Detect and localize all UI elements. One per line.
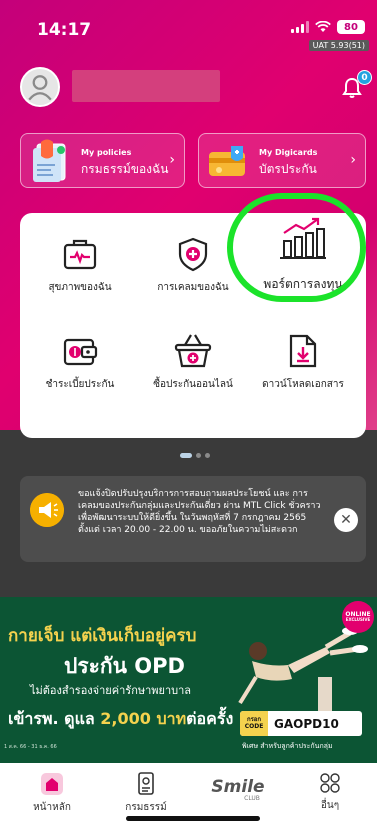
basket-icon [174,334,212,368]
banner-benefit: เข้ารพ. ดูแล 2,000 บาทต่อครั้ง [8,707,233,732]
tab-home[interactable]: หน้าหลัก [24,771,80,815]
banner-special-note: พิเศษ สำหรับลูกค้าประกันกลุ่ม [242,742,333,750]
tab-smile-club[interactable]: Smile CLUB [206,771,270,802]
promo-code-box: กรอก CODE GAOPD10 [240,711,362,736]
promo-code-label: กรอก CODE [240,711,268,736]
first-aid-kit-icon [63,239,97,270]
chevron-right-icon: › [169,152,175,168]
promo-code: GAOPD10 [274,716,339,731]
status-time: 14:17 [37,20,92,40]
policy-document-icon [33,139,66,182]
avatar[interactable] [20,67,60,107]
policy-document-icon [138,772,154,795]
battery-icon: 80 [337,20,365,34]
username-redacted [72,70,220,102]
menu-item-label: สุขภาพของฉัน [48,282,112,293]
menu-item-download-documents[interactable]: ดาวน์โหลดเอกสาร [250,333,356,392]
grid-dots-icon [320,773,340,793]
menu-item-label: ดาวน์โหลดเอกสาร [262,379,344,390]
banner-product: ประกัน OPD [64,654,185,678]
menu-item-label: พอร์ตการลงทุน [263,277,343,291]
menu-item-label: ซื้อประกันออนไลน์ [153,379,233,390]
banner-subtext: ไม่ต้องสำรองจ่ายค่ารักษาพยาบาล [30,684,192,697]
menu-item-label: ชำระเบี้ยประกัน [45,379,115,390]
megaphone-icon [30,493,64,527]
insurance-card-icon [209,146,245,176]
download-document-icon [289,334,317,368]
menu-item-my-health[interactable]: สุขภาพของฉัน [30,236,130,295]
wifi-icon [315,21,331,32]
tab-label: กรมธรรม์ [125,802,167,813]
chevron-right-icon: › [350,152,356,168]
banner-benefit-amount: 2,000 บาท [100,709,187,728]
quick-card-title: บัตรประกัน [259,162,317,176]
maintenance-notice: ขอแจ้งปิดปรับปรุงบริการการสอบถามผลประโยช… [20,476,366,562]
my-digicards-card[interactable]: My Digicards บัตรประกัน › [198,133,366,188]
banner-fine-print: 1 ส.ค. 66 - 31 ธ.ค. 66 [4,744,57,750]
tab-label: อื่นๆ [320,800,340,811]
menu-item-label: การเคลมของฉัน [157,282,229,293]
quick-card-subtitle: My policies [81,148,132,157]
notice-text: ขอแจ้งปิดปรับปรุงบริการการสอบถามผลประโยช… [78,489,321,536]
banner-benefit-part: เข้ารพ. ดูแล [8,709,101,728]
quick-card-subtitle: My Digicards [259,148,318,157]
tab-label: หน้าหลัก [33,802,71,813]
quick-card-title: กรมธรรม์ของฉัน [81,162,169,176]
close-icon[interactable]: ✕ [334,508,358,532]
promo-code-label-line: CODE [244,722,264,730]
pager-dot-active[interactable] [180,453,192,458]
carousel-pager [180,453,210,458]
menu-item-buy-online[interactable]: ซื้อประกันออนไลน์ [140,333,246,392]
online-exclusive-badge: ONLINE EXCLUSIVE [342,601,374,633]
wallet-icon [63,338,98,366]
status-bar: 14:17 80 UAT 5.93(51) [0,0,377,60]
my-policies-card[interactable]: My policies กรมธรรม์ของฉัน › [20,133,185,188]
promo-banner[interactable]: ONLINE EXCLUSIVE กายเจ็บ แต่เงินเก็บอยู่… [0,597,377,763]
menu-item-my-claims[interactable]: การเคลมของฉัน [140,236,246,295]
shield-plus-icon [178,237,208,272]
build-version: UAT 5.93(51) [308,40,369,51]
pager-dot[interactable] [196,453,201,458]
menu-item-pay-premium[interactable]: ชำระเบี้ยประกัน [30,333,130,392]
menu-item-investment-portfolio[interactable]: พอร์ตการลงทุน [250,213,356,294]
tab-policies[interactable]: กรมธรรม์ [118,771,174,815]
home-icon [41,773,63,795]
status-icons: 80 [291,20,365,34]
investment-chart-icon [280,217,326,259]
banner-headline: กายเจ็บ แต่เงินเก็บอยู่ครบ [8,626,197,646]
smile-club-logo: Smile CLUB [206,771,270,802]
services-menu: สุขภาพของฉัน การเคลมของฉัน พอร์ตการลงทุน [20,213,366,438]
banner-benefit-part: ต่อครั้ง [186,709,234,728]
smile-logo-text: Smile [211,777,265,797]
signal-icon [291,21,309,33]
tab-more[interactable]: อื่นๆ [308,771,352,813]
home-indicator [126,816,260,821]
person-icon [28,75,52,101]
notification-badge: 0 [357,70,372,85]
online-badge-line: EXCLUSIVE [345,617,371,623]
pager-dot[interactable] [205,453,210,458]
